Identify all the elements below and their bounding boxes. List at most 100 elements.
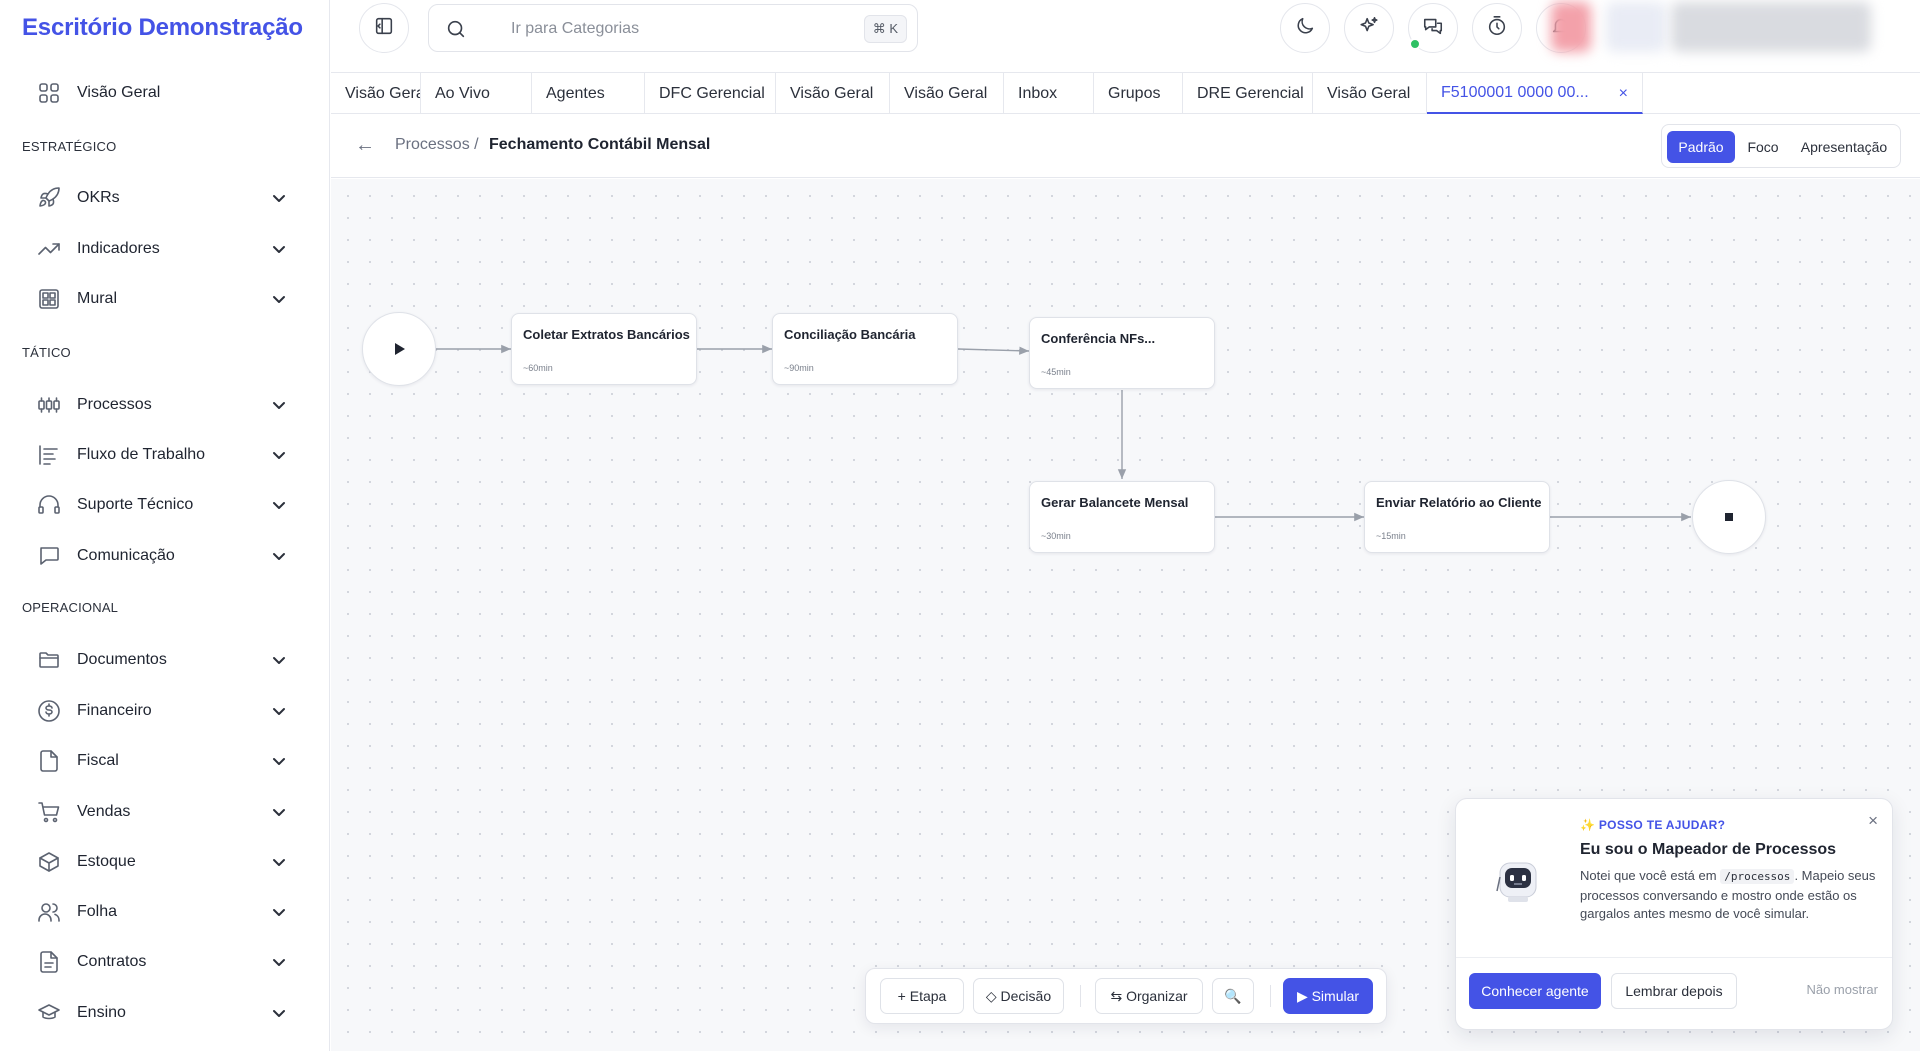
search-input[interactable] bbox=[511, 17, 811, 41]
sidebar-item-documents[interactable]: Documentos bbox=[0, 638, 330, 682]
sidebar-item-label: Folha bbox=[77, 903, 118, 920]
tab-overview[interactable]: Visão Geral bbox=[331, 73, 421, 114]
sidebar-item-communication[interactable]: Comunicação bbox=[0, 534, 330, 578]
brand-title[interactable]: Escritório Demonstração bbox=[22, 14, 303, 42]
back-arrow-icon[interactable]: ← bbox=[355, 134, 375, 157]
box-icon bbox=[37, 850, 61, 874]
flow-node-send-report[interactable]: Enviar Relatório ao Cliente ~15min bbox=[1364, 481, 1550, 553]
sidebar-item-label: Visão Geral bbox=[77, 84, 161, 101]
ai-assistant-button[interactable] bbox=[1344, 3, 1394, 53]
contract-icon bbox=[37, 950, 61, 974]
flow-node-trial-balance[interactable]: Gerar Balancete Mensal ~30min bbox=[1029, 481, 1215, 553]
trending-up-icon bbox=[37, 237, 61, 261]
chevron-down-icon[interactable] bbox=[271, 854, 287, 870]
sidebar-item-financial[interactable]: Financeiro bbox=[0, 689, 330, 733]
play-icon bbox=[395, 343, 405, 355]
sidebar-item-tech-support[interactable]: Suporte Técnico bbox=[0, 483, 330, 527]
timer-icon bbox=[1486, 15, 1508, 42]
chevron-down-icon[interactable] bbox=[271, 753, 287, 769]
tab-inbox[interactable]: Inbox bbox=[1004, 73, 1094, 114]
sidebar-item-payroll[interactable]: Folha bbox=[0, 890, 330, 934]
sidebar-item-label: Vendas bbox=[77, 803, 131, 820]
tab-dre[interactable]: DRE Gerencial bbox=[1183, 73, 1313, 114]
chevron-down-icon[interactable] bbox=[271, 1005, 287, 1021]
flow-node-collect-statements[interactable]: Coletar Extratos Bancários ~60min bbox=[511, 313, 697, 385]
sidebar-item-fiscal[interactable]: Fiscal bbox=[0, 739, 330, 783]
simulate-button[interactable]: ▶ Simular bbox=[1283, 978, 1373, 1014]
node-duration: ~60min bbox=[523, 363, 553, 373]
sidebar-item-sales[interactable]: Vendas bbox=[0, 790, 330, 834]
avatar[interactable] bbox=[1551, 2, 1591, 52]
meet-agent-button[interactable]: Conhecer agente bbox=[1469, 973, 1601, 1009]
zoom-button[interactable]: 🔍 bbox=[1212, 978, 1254, 1014]
canvas-toolbar: + Etapa ◇ Decisão ⇆ Organizar 🔍 ▶ Simula… bbox=[865, 968, 1387, 1024]
dollar-icon bbox=[37, 699, 61, 723]
add-decision-button[interactable]: ◇ Decisão bbox=[973, 978, 1064, 1014]
view-mode-standard[interactable]: Padrão bbox=[1667, 131, 1735, 163]
tab-label: F5100001 0000 00... bbox=[1441, 83, 1589, 101]
theme-toggle-button[interactable] bbox=[1280, 3, 1330, 53]
robot-avatar-icon bbox=[1496, 862, 1537, 902]
chevron-down-icon[interactable] bbox=[271, 497, 287, 513]
tab-overview-3[interactable]: Visão Geral bbox=[890, 73, 1004, 114]
sidebar-item-label: OKRs bbox=[77, 189, 120, 206]
dont-show-link[interactable]: Não mostrar bbox=[1806, 982, 1878, 997]
chevron-down-icon[interactable] bbox=[271, 804, 287, 820]
moon-icon bbox=[1294, 15, 1316, 42]
flow-node-bank-reconciliation[interactable]: Conciliação Bancária ~90min bbox=[772, 313, 958, 385]
start-node[interactable] bbox=[362, 312, 436, 386]
tab-overview-4[interactable]: Visão Geral bbox=[1313, 73, 1427, 114]
sparkles-icon bbox=[1358, 15, 1380, 42]
chevron-down-icon[interactable] bbox=[271, 241, 287, 257]
tab-dfc[interactable]: DFC Gerencial bbox=[645, 73, 776, 114]
user-info[interactable] bbox=[1671, 2, 1871, 52]
online-status-dot bbox=[1409, 38, 1421, 50]
tab-groups[interactable]: Grupos bbox=[1094, 73, 1183, 114]
sidebar-item-contracts[interactable]: Contratos bbox=[0, 940, 330, 984]
process-icon bbox=[37, 393, 61, 417]
chevron-down-icon[interactable] bbox=[271, 954, 287, 970]
tab-live[interactable]: Ao Vivo bbox=[421, 73, 532, 114]
chevron-down-icon[interactable] bbox=[271, 397, 287, 413]
add-step-button[interactable]: + Etapa bbox=[880, 978, 964, 1014]
node-title: Coletar Extratos Bancários bbox=[523, 327, 690, 342]
chevron-down-icon[interactable] bbox=[271, 291, 287, 307]
sidebar-item-indicators[interactable]: Indicadores bbox=[0, 227, 330, 271]
users-icon bbox=[37, 900, 61, 924]
node-duration: ~90min bbox=[784, 363, 814, 373]
tab-overview-2[interactable]: Visão Geral bbox=[776, 73, 890, 114]
graduation-icon bbox=[37, 1001, 61, 1025]
sidebar-item-teaching[interactable]: Ensino bbox=[0, 991, 330, 1035]
chat-icon bbox=[37, 544, 61, 568]
tab-agents[interactable]: Agentes bbox=[532, 73, 645, 114]
chevron-down-icon[interactable] bbox=[271, 703, 287, 719]
sidebar-item-overview[interactable]: Visão Geral bbox=[0, 71, 330, 115]
sidebar-item-okrs[interactable]: OKRs bbox=[0, 176, 330, 220]
sidebar-item-processes[interactable]: Processos bbox=[0, 383, 330, 427]
page-title: Fechamento Contábil Mensal bbox=[489, 136, 711, 153]
view-mode-presentation[interactable]: Apresentação bbox=[1791, 131, 1897, 163]
chevron-down-icon[interactable] bbox=[271, 904, 287, 920]
view-mode-focus[interactable]: Foco bbox=[1739, 131, 1787, 163]
flow-node-invoice-check[interactable]: Conferência NFs... ~45min bbox=[1029, 317, 1215, 389]
tab-active-document[interactable]: F5100001 0000 00... × bbox=[1427, 73, 1643, 114]
remind-later-button[interactable]: Lembrar depois bbox=[1611, 973, 1737, 1009]
sidebar-item-workflow[interactable]: Fluxo de Trabalho bbox=[0, 433, 330, 477]
organize-button[interactable]: ⇆ Organizar bbox=[1095, 978, 1203, 1014]
chevron-down-icon[interactable] bbox=[271, 548, 287, 564]
timer-button[interactable] bbox=[1472, 3, 1522, 53]
view-mode-switcher: Padrão Foco Apresentação bbox=[1661, 124, 1901, 168]
close-icon[interactable]: × bbox=[1619, 85, 1628, 103]
close-icon[interactable]: × bbox=[1868, 811, 1878, 831]
chevron-down-icon[interactable] bbox=[271, 652, 287, 668]
search-bar[interactable]: ⌘ K bbox=[428, 4, 918, 52]
sidebar-item-stock[interactable]: Estoque bbox=[0, 840, 330, 884]
chevron-down-icon[interactable] bbox=[271, 447, 287, 463]
end-node[interactable] bbox=[1692, 480, 1766, 554]
toggle-sidebar-button[interactable] bbox=[359, 3, 409, 53]
breadcrumb-parent[interactable]: Processos / bbox=[395, 136, 479, 154]
sidebar-item-label: Processos bbox=[77, 396, 152, 413]
sidebar-item-mural[interactable]: Mural bbox=[0, 277, 330, 321]
chevron-down-icon[interactable] bbox=[271, 190, 287, 206]
sidebar-item-label: Documentos bbox=[77, 651, 167, 668]
